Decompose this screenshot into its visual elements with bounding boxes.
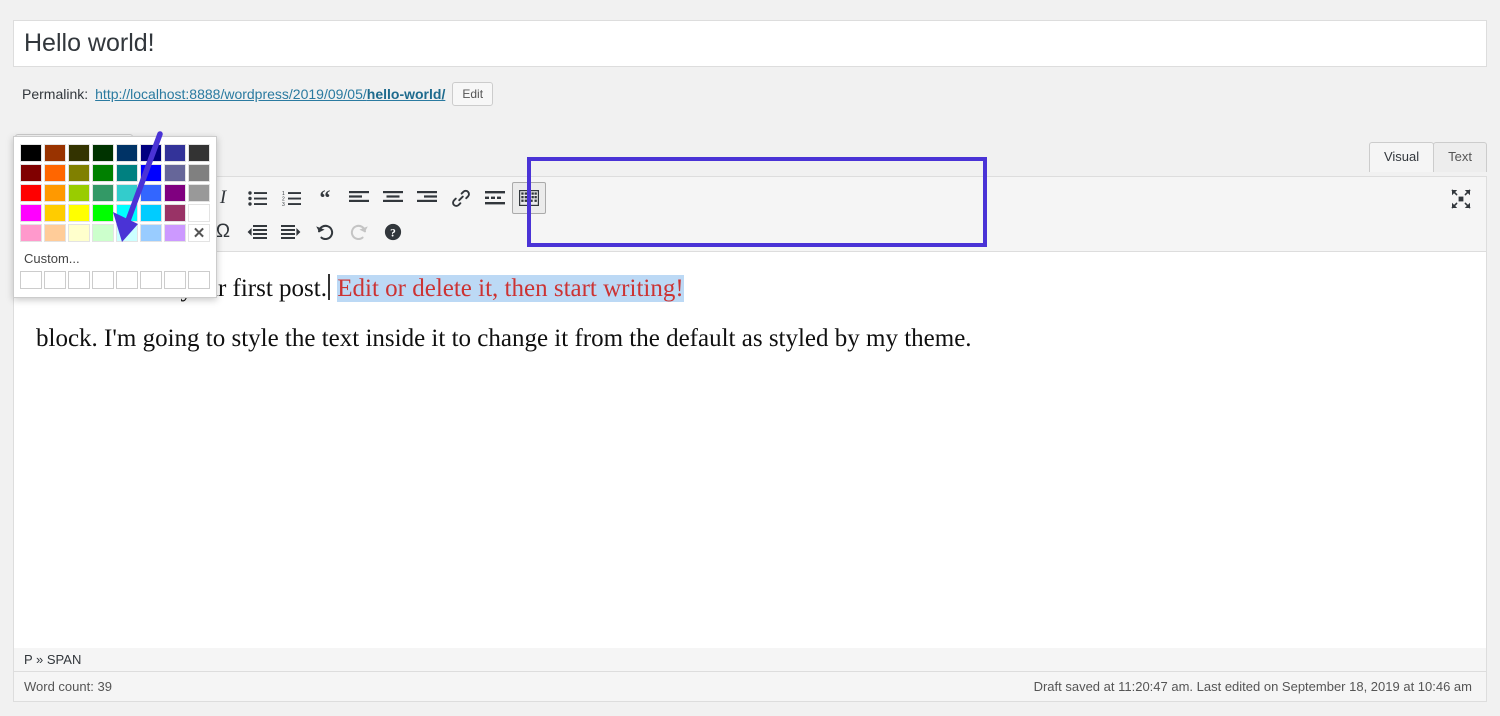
color-swatch[interactable]: [188, 164, 210, 182]
color-swatch[interactable]: [116, 164, 138, 182]
toolbar-row-1: Paragraph B I 1: [14, 177, 1486, 215]
editor-content[interactable]: Press. This is your first post. Edit or …: [14, 255, 1486, 677]
color-swatch[interactable]: [92, 164, 114, 182]
custom-color-slot[interactable]: [92, 271, 114, 289]
editor-mode-tabs: Visual Text: [1370, 142, 1487, 172]
post-title-input[interactable]: [14, 29, 1486, 58]
color-swatch[interactable]: [140, 164, 162, 182]
permalink-url-slug: hello-world/: [367, 86, 446, 102]
tab-text[interactable]: Text: [1433, 142, 1487, 172]
color-swatch[interactable]: [116, 204, 138, 222]
color-swatch[interactable]: [140, 144, 162, 162]
editor-container: Add Media Visual Text Paragraph B I: [13, 130, 1487, 702]
permalink-row: Permalink: http://localhost:8888/wordpre…: [22, 82, 493, 106]
color-swatch[interactable]: [188, 204, 210, 222]
text-color-picker-panel[interactable]: Custom...: [13, 136, 217, 298]
color-swatch[interactable]: [68, 164, 90, 182]
custom-color-slot[interactable]: [140, 271, 162, 289]
color-swatch[interactable]: [44, 184, 66, 202]
increase-indent-button[interactable]: [274, 216, 308, 248]
color-swatch[interactable]: [44, 164, 66, 182]
toolbar-toggle-button[interactable]: [512, 182, 546, 214]
element-path: P » SPAN: [24, 652, 81, 667]
save-status: Draft saved at 11:20:47 am. Last edited …: [1034, 679, 1472, 694]
color-swatch[interactable]: [20, 184, 42, 202]
permalink-label: Permalink:: [22, 86, 88, 102]
permalink-link[interactable]: http://localhost:8888/wordpress/2019/09/…: [95, 86, 445, 102]
color-swatch[interactable]: [92, 224, 114, 242]
editor-status-bar: Word count: 39 Draft saved at 11:20:47 a…: [13, 672, 1487, 702]
svg-text:3: 3: [282, 202, 285, 206]
color-swatch[interactable]: [116, 224, 138, 242]
text-caret: [328, 274, 330, 300]
color-swatch[interactable]: [68, 224, 90, 242]
color-swatch[interactable]: [140, 184, 162, 202]
color-swatch[interactable]: [68, 184, 90, 202]
insert-link-button[interactable]: [444, 182, 478, 214]
color-swatch[interactable]: [44, 204, 66, 222]
color-swatch[interactable]: [188, 184, 210, 202]
custom-color-slot[interactable]: [164, 271, 186, 289]
read-more-button[interactable]: [478, 182, 512, 214]
custom-color-slot[interactable]: [68, 271, 90, 289]
align-left-button[interactable]: [342, 182, 376, 214]
color-swatch[interactable]: [20, 144, 42, 162]
color-swatch-grid: [20, 144, 210, 242]
toolbar-row-2: ABC A: [14, 215, 1486, 249]
redo-button[interactable]: [342, 216, 376, 248]
svg-text:?: ?: [390, 227, 396, 239]
keyboard-shortcuts-button[interactable]: ?: [376, 216, 410, 248]
color-swatch[interactable]: [20, 204, 42, 222]
clear-color-icon[interactable]: [188, 224, 210, 242]
color-swatch[interactable]: [92, 144, 114, 162]
bulleted-list-button[interactable]: [240, 182, 274, 214]
color-swatch[interactable]: [20, 224, 42, 242]
custom-color-slot[interactable]: [116, 271, 138, 289]
color-swatch[interactable]: [164, 144, 186, 162]
custom-color-slot[interactable]: [20, 271, 42, 289]
color-swatch[interactable]: [116, 144, 138, 162]
color-swatch[interactable]: [92, 204, 114, 222]
post-title-field[interactable]: [13, 20, 1487, 67]
edit-permalink-button[interactable]: Edit: [452, 82, 493, 106]
undo-button[interactable]: [308, 216, 342, 248]
custom-color-label[interactable]: Custom...: [20, 242, 210, 271]
blockquote-button[interactable]: “: [308, 182, 342, 214]
permalink-url-prefix: http://localhost:8888/wordpress/2019/09/…: [95, 86, 367, 102]
fullscreen-button[interactable]: [1444, 183, 1478, 215]
color-swatch[interactable]: [92, 184, 114, 202]
media-and-tabs-row: Add Media Visual Text: [13, 134, 1487, 172]
content-paragraph-1: Press. This is your first post. Edit or …: [42, 271, 1466, 307]
word-count: Word count: 39: [24, 679, 112, 694]
color-swatch[interactable]: [140, 224, 162, 242]
color-swatch[interactable]: [44, 144, 66, 162]
color-swatch[interactable]: [20, 164, 42, 182]
color-swatch[interactable]: [188, 144, 210, 162]
custom-color-slot[interactable]: [188, 271, 210, 289]
custom-color-slot[interactable]: [44, 271, 66, 289]
editor-toolbar: Paragraph B I 1: [14, 177, 1486, 252]
content-paragraph-2: block. I'm going to style the text insid…: [36, 321, 1466, 357]
color-swatch[interactable]: [68, 204, 90, 222]
color-swatch[interactable]: [68, 144, 90, 162]
align-right-button[interactable]: [410, 182, 444, 214]
color-swatch[interactable]: [140, 204, 162, 222]
custom-color-grid: [20, 271, 210, 289]
align-center-button[interactable]: [376, 182, 410, 214]
color-swatch[interactable]: [44, 224, 66, 242]
numbered-list-button[interactable]: 1 2 3: [274, 182, 308, 214]
tab-visual[interactable]: Visual: [1369, 142, 1434, 172]
color-swatch[interactable]: [116, 184, 138, 202]
color-swatch[interactable]: [164, 184, 186, 202]
color-swatch[interactable]: [164, 164, 186, 182]
editor-box: Paragraph B I 1: [13, 176, 1487, 678]
wordpress-classic-editor: Permalink: http://localhost:8888/wordpre…: [0, 0, 1500, 716]
decrease-indent-button[interactable]: [240, 216, 274, 248]
selected-styled-text: Edit or delete it, then start writing!: [337, 275, 683, 302]
color-swatch[interactable]: [164, 224, 186, 242]
element-path-bar: P » SPAN: [13, 648, 1487, 672]
color-swatch[interactable]: [164, 204, 186, 222]
